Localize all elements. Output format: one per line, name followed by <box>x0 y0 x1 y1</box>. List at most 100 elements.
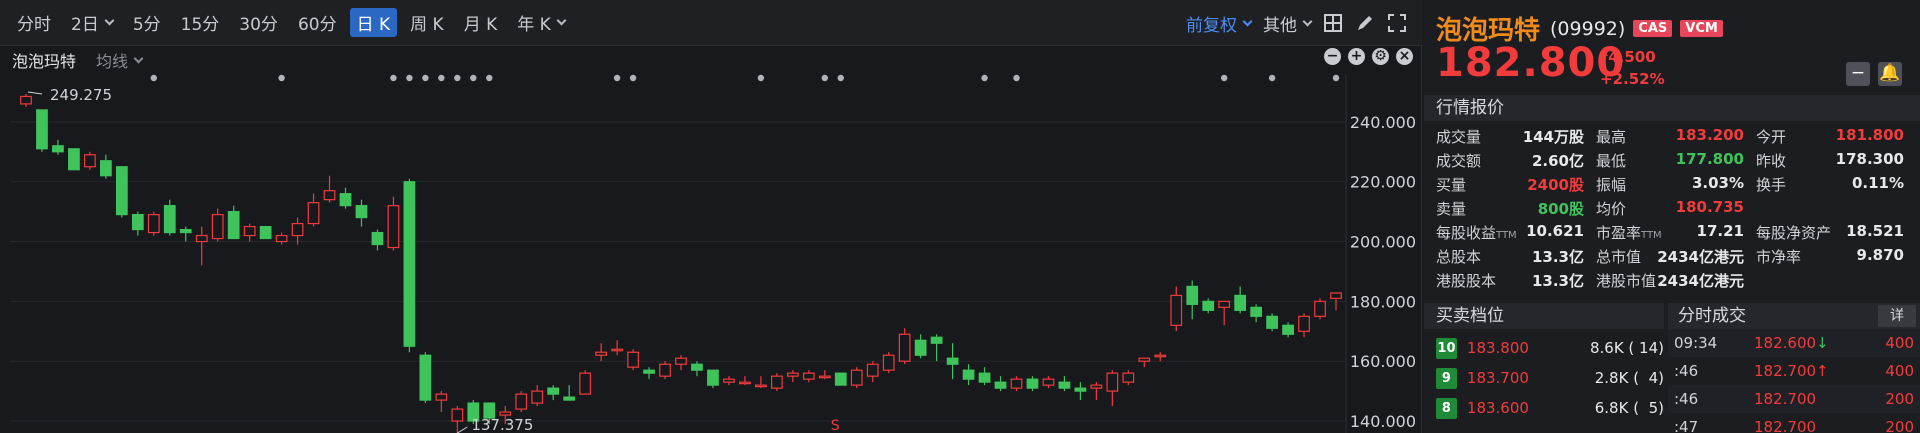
candle-body <box>1170 294 1183 326</box>
fullscreen-icon[interactable] <box>1387 13 1407 33</box>
close-icon[interactable]: × <box>1396 48 1413 65</box>
candle-body <box>643 369 655 374</box>
quote-label: 成交量 <box>1436 126 1481 147</box>
plus-icon[interactable]: + <box>1348 48 1365 65</box>
period-tab-8[interactable]: 月 K <box>457 8 505 37</box>
quote-value: 10.621 <box>1526 221 1584 240</box>
candle-body <box>659 363 671 377</box>
quote-label-text: 港股市值 <box>1596 271 1657 290</box>
trade-time: :47 <box>1674 418 1699 433</box>
quote-label-text: 换手 <box>1756 175 1787 194</box>
order-volume: 8.6K ( 14) <box>1589 339 1664 357</box>
candle-body <box>547 387 560 395</box>
period-tab-5[interactable]: 60分 <box>291 8 344 37</box>
trade-row: :47 182.700 200 <box>1668 413 1920 433</box>
candle-body <box>1282 324 1294 335</box>
trade-price: 182.700↑ <box>1754 362 1854 380</box>
level-badge: 8 <box>1436 397 1457 419</box>
candle-body <box>1314 300 1326 317</box>
vcm-badge: VCM <box>1680 20 1723 37</box>
order-volume: 6.8K ( 5) <box>1594 399 1664 417</box>
quote-value: 178.300 <box>1835 149 1904 168</box>
quote-label: 港股市值 <box>1596 270 1656 291</box>
candle-body <box>994 381 1007 389</box>
quote-label-text: 均价 <box>1596 199 1627 218</box>
quote-cell: 总市值 2434亿港元 <box>1596 246 1756 267</box>
candle-body <box>1122 372 1135 383</box>
quote-cell: 卖量 800股 <box>1436 198 1596 219</box>
event-dot <box>629 74 637 82</box>
quote-cell: 成交量 144万股 <box>1436 126 1596 147</box>
gear-icon[interactable]: ⚙ <box>1372 48 1389 65</box>
quote-label: 总市值 <box>1596 246 1641 267</box>
stock-code: (09992) <box>1550 17 1626 40</box>
candle-body <box>1026 378 1039 389</box>
period-label: 年 K <box>517 15 551 35</box>
order-book-row[interactable]: 10 183.800 8.6K ( 14) <box>1436 333 1664 363</box>
pen-icon[interactable] <box>1355 13 1375 33</box>
period-tab-9[interactable]: 年 K <box>510 8 572 37</box>
candle-body <box>962 369 975 380</box>
order-book-row[interactable]: 9 183.700 2.8K ( 4) <box>1436 363 1664 393</box>
arrow-down-icon: ↓ <box>1816 334 1829 352</box>
period-tab-6[interactable]: 日 K <box>349 8 398 37</box>
cas-badge: CAS <box>1633 20 1673 37</box>
period-tab-4[interactable]: 30分 <box>232 8 285 37</box>
other-dropdown[interactable]: 其他 <box>1263 11 1313 36</box>
event-dot <box>1332 74 1340 82</box>
event-dot <box>278 74 285 82</box>
candle-body <box>99 160 112 177</box>
event-dot <box>1220 74 1228 82</box>
bell-icon[interactable]: 🔔 <box>1878 62 1902 86</box>
candle-body <box>866 363 879 377</box>
order-book-row[interactable]: 8 183.600 6.8K ( 5) <box>1436 393 1664 423</box>
order-price: 183.600 <box>1466 399 1529 417</box>
event-dot <box>1013 74 1020 82</box>
candle-body <box>563 396 576 401</box>
candle-body <box>1154 354 1167 358</box>
quote-label-text: 最低 <box>1596 151 1627 170</box>
minus-icon[interactable]: − <box>1324 48 1341 65</box>
period-tab-3[interactable]: 15分 <box>174 8 227 37</box>
period-label: 月 K <box>463 15 498 35</box>
candle-body <box>691 363 703 371</box>
quote-label: 每股净资产 <box>1756 222 1831 243</box>
grid-layout-icon[interactable] <box>1323 13 1343 33</box>
trades-detail-button[interactable]: 详 <box>1878 305 1916 327</box>
period-tab-7[interactable]: 周 K <box>403 8 451 37</box>
candle-body <box>451 408 464 422</box>
candle-body <box>978 372 991 383</box>
quote-cell: 每股收益TTM 10.621 <box>1436 222 1596 243</box>
trade-time: :46 <box>1674 362 1699 380</box>
candle-body <box>1042 378 1055 386</box>
trade-row: 09:34 182.600↓ 400 <box>1668 329 1920 357</box>
event-dot <box>454 74 461 82</box>
ma-dropdown[interactable]: 均线 <box>96 48 144 72</box>
candle-body <box>850 369 863 386</box>
candle-body <box>20 95 32 105</box>
candle-body <box>419 354 432 401</box>
quote-buttons: − 🔔 <box>1846 62 1902 86</box>
candle-body <box>1218 300 1231 308</box>
quote-cell: 成交额 2.60亿 <box>1436 150 1596 171</box>
quote-value: 9.870 <box>1856 245 1904 264</box>
quote-label-text: 卖量 <box>1436 199 1467 218</box>
other-label: 其他 <box>1263 15 1297 36</box>
quote-label-text: 港股股本 <box>1436 271 1497 290</box>
candle-body <box>914 339 927 356</box>
period-tab-2[interactable]: 5分 <box>126 8 168 37</box>
trade-price: 182.700 <box>1754 390 1854 408</box>
candle-body <box>595 351 607 356</box>
quote-row: 买量 2400股 振幅 3.03% 换手 0.11% <box>1436 172 1916 196</box>
candle-body <box>68 148 80 171</box>
period-tab-1[interactable]: 2日 <box>64 8 120 37</box>
candle-body <box>1266 315 1278 329</box>
candle-body <box>52 145 64 153</box>
period-tab-0[interactable]: 分时 <box>10 8 58 37</box>
minus-icon[interactable]: − <box>1846 62 1870 86</box>
candle-body <box>707 369 719 386</box>
adjust-dropdown[interactable]: 前复权 <box>1186 11 1253 36</box>
candlestick-chart[interactable]: 240.000 220.000 200.000 180.000 160.000 140.0… <box>0 74 1422 433</box>
candle-body <box>1298 315 1310 332</box>
quote-grid: 成交量 144万股 最高 183.200 今开 181.800 成交额 2.60亿 最低 177.… <box>1436 124 1916 292</box>
